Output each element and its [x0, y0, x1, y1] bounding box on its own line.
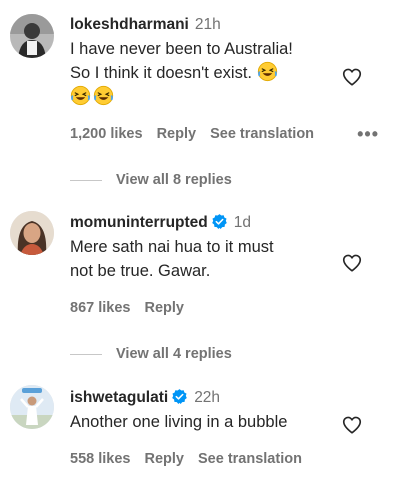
comment-body: ishwetagulati 22h Another one living in a…: [70, 387, 347, 434]
comment-text: Another one living in a bubble: [70, 410, 347, 434]
view-replies-button[interactable]: View all 8 replies: [70, 172, 232, 188]
like-heart-icon[interactable]: [341, 252, 363, 274]
comment-actions: 1,200 likes Reply See translation: [70, 126, 328, 142]
comment-text-line: Another one living in a bubble: [70, 413, 288, 431]
more-options-icon[interactable]: •••: [357, 124, 379, 145]
timestamp: 21h: [194, 16, 221, 33]
comment-actions: 558 likes Reply See translation: [70, 451, 316, 467]
avatar-ishwetagulati[interactable]: [10, 385, 54, 429]
view-replies-button[interactable]: View all 4 replies: [70, 346, 232, 362]
likes-count[interactable]: 867 likes: [70, 300, 130, 316]
like-heart-icon[interactable]: [341, 66, 363, 88]
comment-text: Mere sath nai hua to it must not be true…: [70, 235, 347, 283]
verified-badge-icon: [171, 388, 188, 405]
comment-text-line-with-emoji: So I think it doesn't exist.: [70, 61, 347, 85]
grinning-squinting-tears-emoji-icon: [257, 61, 278, 82]
see-translation-button[interactable]: See translation: [198, 451, 302, 467]
comment-text-line: So I think it doesn't exist.: [70, 64, 252, 82]
verified-badge-icon: [211, 213, 228, 230]
comment-body: momuninterrupted 1d Mere sath nai hua to …: [70, 212, 347, 283]
reply-button[interactable]: Reply: [144, 451, 184, 467]
avatar-lokeshdharmani[interactable]: [10, 14, 54, 58]
likes-count[interactable]: 558 likes: [70, 451, 130, 467]
username[interactable]: ishwetagulati: [70, 389, 168, 406]
comment-body: lokeshdharmani 21h I have never been to A…: [70, 14, 347, 111]
replies-divider: [70, 179, 102, 181]
view-replies-label[interactable]: View all 8 replies: [116, 172, 232, 188]
see-translation-button[interactable]: See translation: [210, 126, 314, 142]
username[interactable]: momuninterrupted: [70, 214, 208, 231]
username[interactable]: lokeshdharmani: [70, 16, 189, 33]
avatar-momuninterrupted[interactable]: [10, 211, 54, 255]
comment-header: ishwetagulati 22h: [70, 387, 347, 409]
timestamp: 22h: [194, 389, 221, 406]
reply-button[interactable]: Reply: [144, 300, 184, 316]
comment-text-line: not be true. Gawar.: [70, 262, 211, 280]
comment-text-line: Mere sath nai hua to it must: [70, 238, 274, 256]
replies-divider: [70, 353, 102, 355]
timestamp: 1d: [233, 214, 252, 231]
comment-text-line: I have never been to Australia!: [70, 40, 293, 58]
comment-text: I have never been to Australia! So I thi…: [70, 37, 347, 111]
grinning-squinting-tears-emoji-icon: [70, 85, 91, 106]
likes-count[interactable]: 1,200 likes: [70, 126, 143, 142]
comment-header: momuninterrupted 1d: [70, 212, 347, 234]
grinning-squinting-tears-emoji-icon: [93, 85, 114, 106]
emoji-line: [70, 85, 347, 111]
view-replies-label[interactable]: View all 4 replies: [116, 346, 232, 362]
comment-header: lokeshdharmani 21h: [70, 14, 347, 36]
like-heart-icon[interactable]: [341, 414, 363, 436]
reply-button[interactable]: Reply: [157, 126, 197, 142]
comment-actions: 867 likes Reply: [70, 300, 198, 316]
